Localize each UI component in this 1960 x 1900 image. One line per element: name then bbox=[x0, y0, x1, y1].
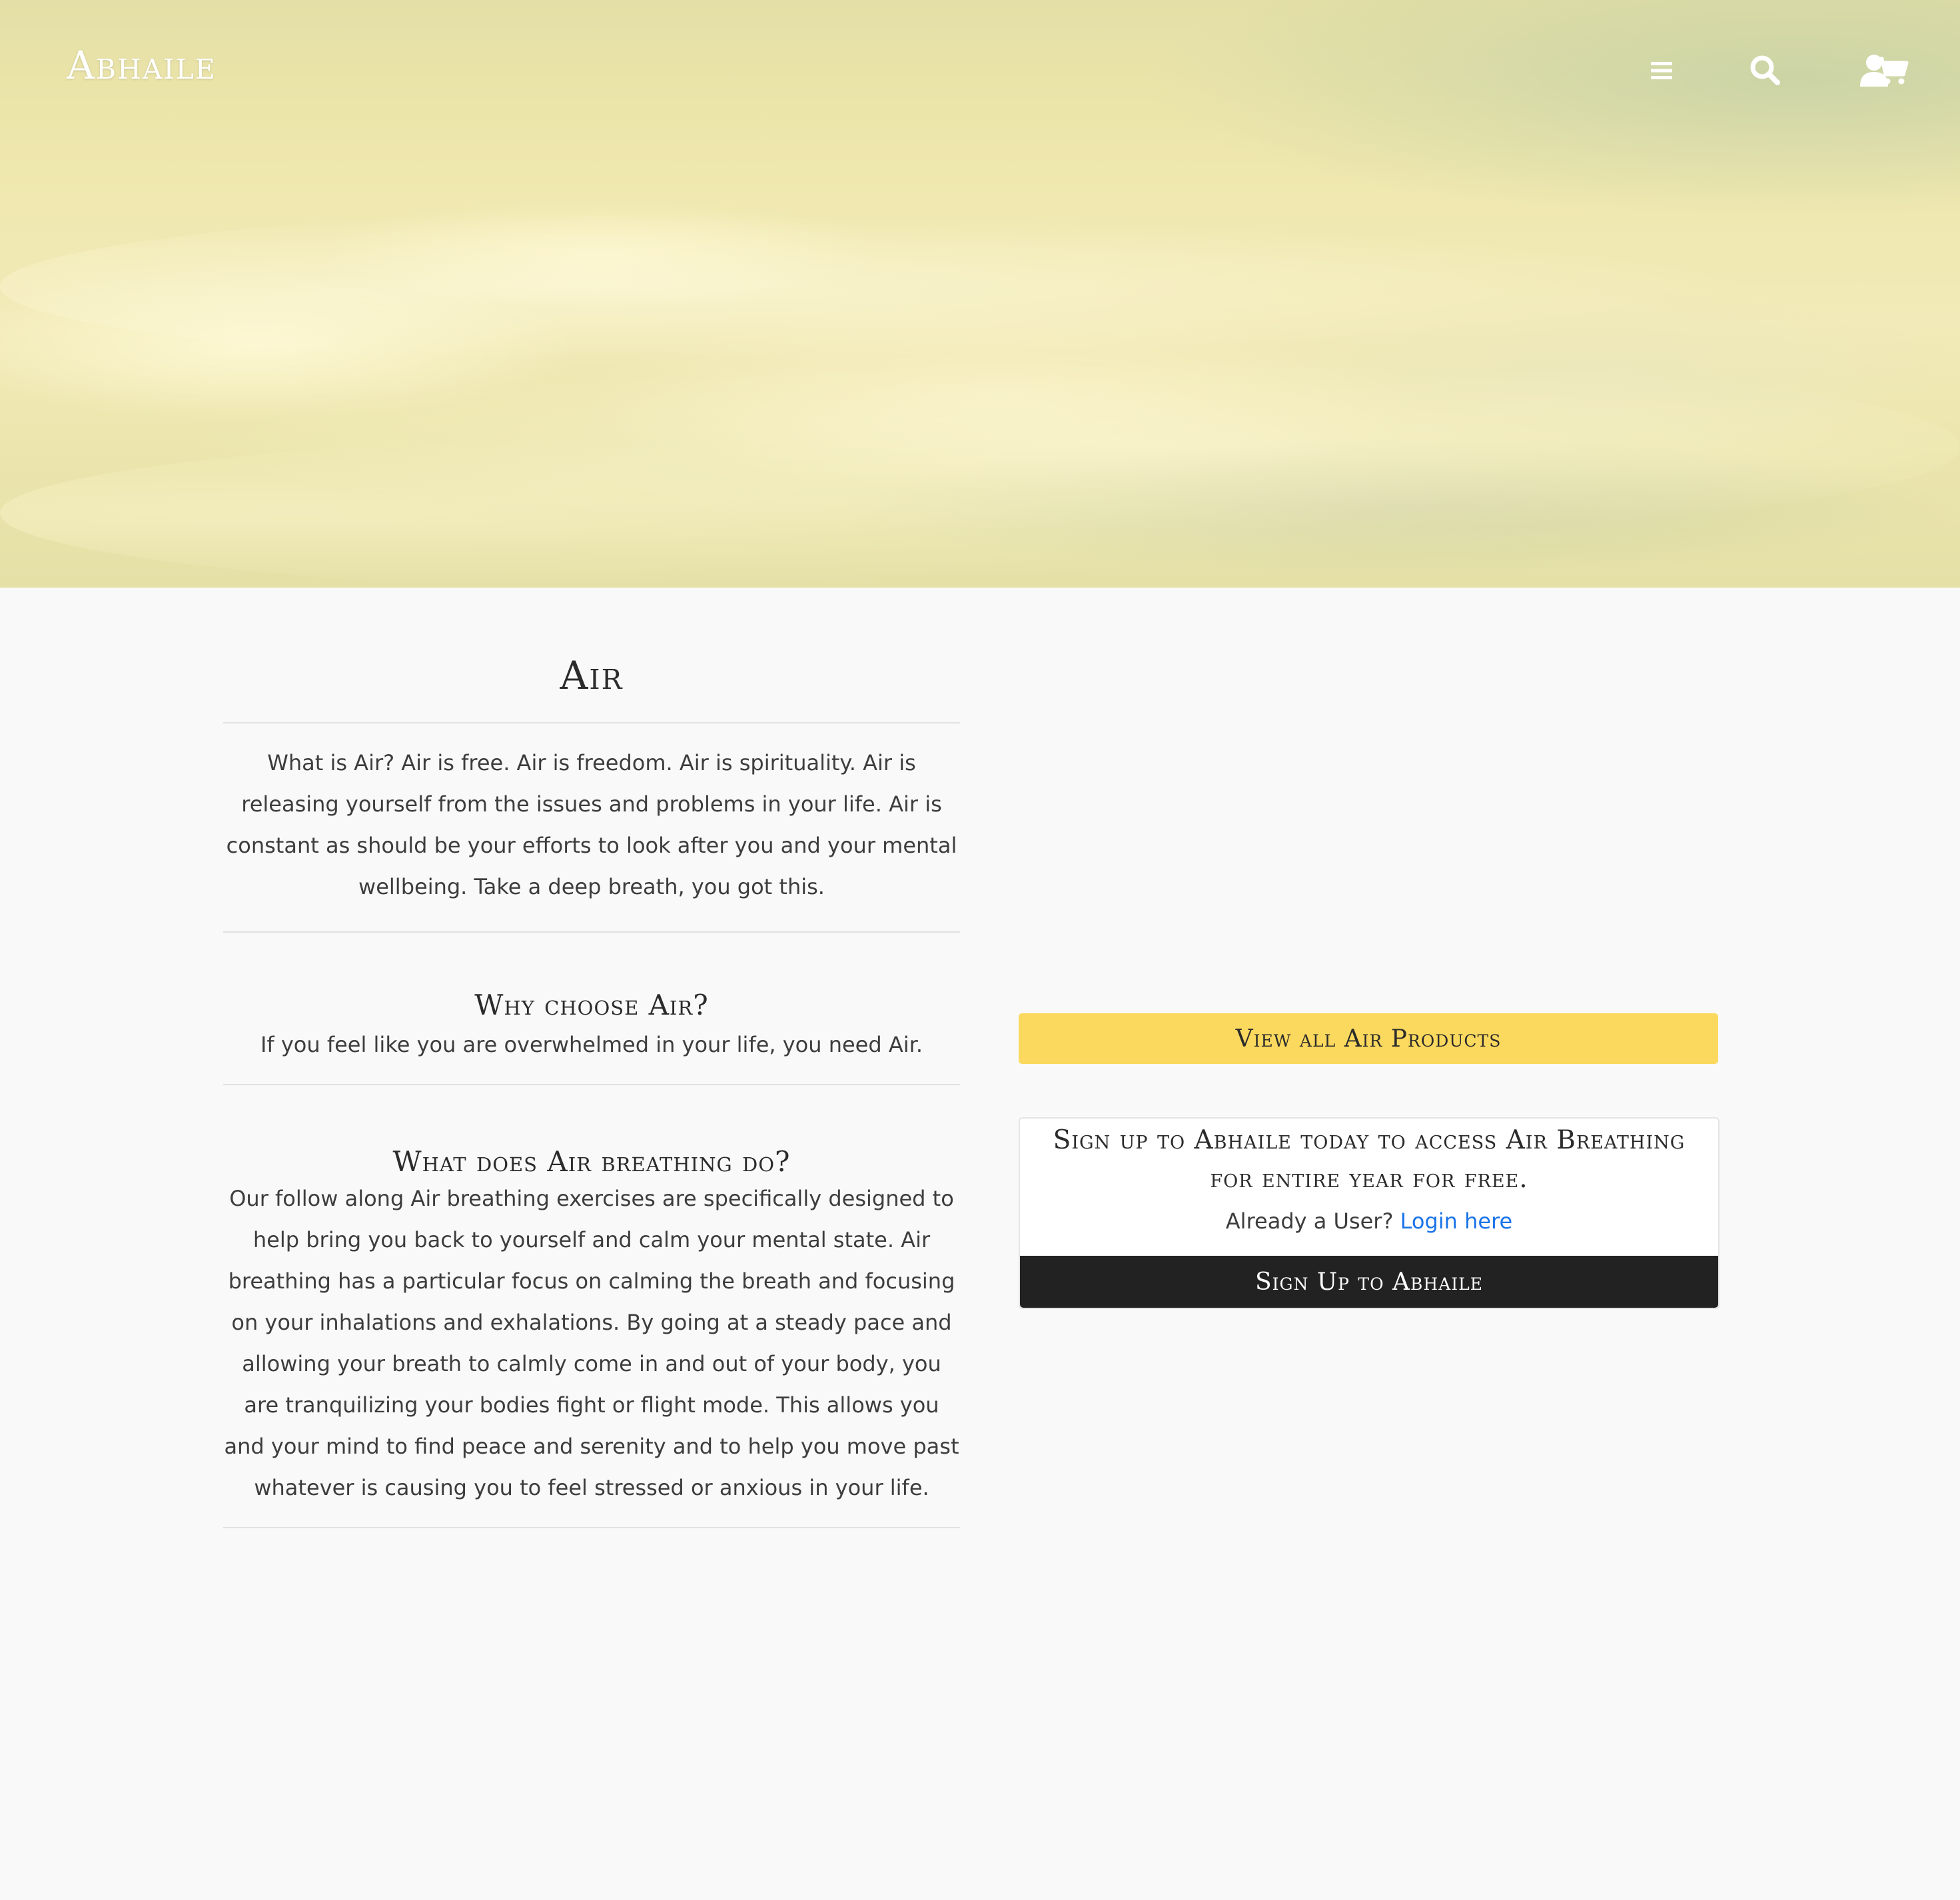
main-content: Air What is Air? Air is free. Air is fre… bbox=[223, 626, 960, 1528]
what-does-section: What does Air breathing do? Our follow a… bbox=[223, 1085, 960, 1527]
login-line: Already a User? Login here bbox=[1020, 1206, 1718, 1236]
divider bbox=[223, 1527, 960, 1528]
login-prompt: Already a User? bbox=[1225, 1208, 1400, 1234]
section-heading: What does Air breathing do? bbox=[392, 1145, 791, 1178]
why-choose-section: Why choose Air? If you feel like you are… bbox=[223, 933, 960, 1084]
cloud-layer bbox=[0, 426, 1960, 588]
signup-button[interactable]: Sign Up to Abhaile bbox=[1020, 1256, 1718, 1308]
intro-text: What is Air? Air is free. Air is freedom… bbox=[226, 750, 957, 899]
search-icon[interactable] bbox=[1745, 51, 1785, 91]
cart-icon[interactable] bbox=[1873, 52, 1911, 89]
section-body: Our follow along Air breathing exercises… bbox=[224, 1186, 959, 1500]
signup-title: Sign up to Abhaile today to access Air B… bbox=[1053, 1125, 1686, 1194]
hero-banner: Abhaile bbox=[0, 0, 1960, 588]
section-heading: Why choose Air? bbox=[474, 989, 709, 1021]
sidebar: View all Air Products Sign up to Abhaile… bbox=[1019, 1013, 1719, 1309]
menu-icon[interactable] bbox=[1644, 53, 1679, 88]
view-products-button[interactable]: View all Air Products bbox=[1019, 1013, 1718, 1064]
login-link[interactable]: Login here bbox=[1400, 1208, 1513, 1234]
section-body: If you feel like you are overwhelmed in … bbox=[260, 1032, 923, 1057]
signup-card: Sign up to Abhaile today to access Air B… bbox=[1019, 1117, 1719, 1309]
brand-logo[interactable]: Abhaile bbox=[67, 43, 217, 88]
page-title: Air bbox=[560, 653, 624, 698]
